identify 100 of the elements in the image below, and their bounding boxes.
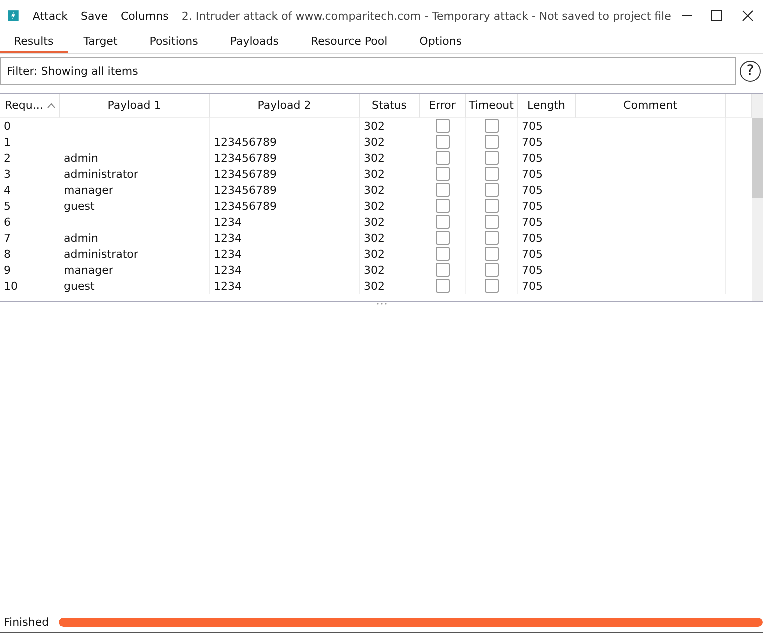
table-cell-text: 123456789 (213, 168, 277, 180)
checkbox[interactable] (484, 119, 498, 133)
checkbox[interactable] (484, 263, 498, 277)
checkbox[interactable] (436, 263, 450, 277)
checkbox[interactable] (436, 119, 450, 133)
close-icon[interactable] (742, 10, 754, 22)
column-header[interactable]: Payload 2 (210, 94, 360, 118)
tab[interactable]: Results (0, 32, 68, 53)
checkbox[interactable] (484, 199, 498, 213)
menu-item[interactable]: Attack (32, 10, 68, 22)
table-cell-text: 4 (3, 182, 12, 198)
table-cell-text: 123456789 (213, 184, 277, 196)
splitter-handle-icon[interactable] (376, 302, 388, 306)
checkbox[interactable] (484, 135, 498, 149)
table-cell-text: 1234 (213, 248, 242, 260)
table-cell-text: 1234 (213, 232, 242, 244)
column-header[interactable]: Timeout (466, 94, 518, 118)
table-cell-text: 5 (3, 198, 12, 214)
table-cell-text: 0 (3, 118, 12, 134)
maximize-icon[interactable] (711, 10, 724, 22)
table-cell-text: 302 (363, 278, 386, 294)
checkbox[interactable] (436, 231, 450, 245)
table-cell-text: 302 (363, 198, 386, 214)
table-cell-text: admin (63, 152, 98, 164)
checkbox[interactable] (484, 151, 498, 165)
column-header[interactable]: Length (518, 94, 576, 118)
table-cell-text: 8 (3, 246, 12, 262)
menu-item[interactable]: Columns (121, 10, 169, 22)
table-cell-text: 302 (363, 134, 386, 150)
checkbox[interactable] (484, 279, 498, 293)
table-cell-text: administrator (63, 248, 138, 260)
checkbox[interactable] (436, 183, 450, 197)
table-cell-text: 302 (363, 150, 386, 166)
table-cell-text: 705 (521, 118, 544, 134)
table-cell-text: 123456789 (213, 152, 277, 164)
table-cell-text: 123456789 (213, 200, 277, 212)
scrollbar[interactable] (752, 94, 763, 301)
checkbox[interactable] (484, 167, 498, 181)
table-cell-text: 302 (363, 214, 386, 230)
table-cell-text: 705 (521, 278, 544, 294)
column-header[interactable]: Status (360, 94, 420, 118)
table-cell-text: 705 (521, 214, 544, 230)
checkbox[interactable] (484, 183, 498, 197)
table-cell-text: 302 (363, 166, 386, 182)
table-cell-text: guest (63, 200, 95, 212)
column-header[interactable]: Payload 1 (60, 94, 210, 118)
tab[interactable]: Target (70, 32, 132, 53)
checkbox[interactable] (484, 231, 498, 245)
table-cell-text: manager (63, 264, 114, 276)
window-title: 2. Intruder attack of www.comparitech.com - Temporary attack - Not saved to project file (182, 10, 672, 22)
column-header[interactable]: Comment (576, 94, 726, 118)
checkbox[interactable] (484, 215, 498, 229)
column-header[interactable]: Requ... (0, 94, 60, 118)
table-cell-text: admin (63, 232, 98, 244)
table-cell-text: 705 (521, 246, 544, 262)
filter-field[interactable]: Filter: Showing all items (0, 57, 736, 85)
column-header[interactable]: Error (420, 94, 466, 118)
table-cell-text: 705 (521, 230, 544, 246)
table-cell-text: manager (63, 184, 114, 196)
table-cell-text: 1 (3, 134, 12, 150)
table-cell-text: 1234 (213, 216, 242, 228)
table-cell-text: 705 (521, 166, 544, 182)
table-cell-text: 123456789 (213, 136, 277, 148)
app-logo-icon (8, 8, 19, 24)
tab[interactable]: Options (406, 32, 476, 53)
sort-icon (47, 102, 56, 108)
table-cell-text: 705 (521, 198, 544, 214)
checkbox[interactable] (436, 151, 450, 165)
checkbox[interactable] (484, 247, 498, 261)
table-cell-text: 9 (3, 262, 12, 278)
table-cell-text: 705 (521, 182, 544, 198)
checkbox[interactable] (436, 135, 450, 149)
table-cell-text: 302 (363, 182, 386, 198)
table-cell-text: 1234 (213, 264, 242, 276)
table-cell-text: 302 (363, 262, 386, 278)
table-cell-text: 10 (3, 278, 19, 294)
table-cell-text: 2 (3, 150, 12, 166)
tab[interactable]: Resource Pool (296, 32, 402, 53)
checkbox[interactable] (436, 279, 450, 293)
checkbox[interactable] (436, 199, 450, 213)
help-button[interactable]: ? (740, 60, 761, 82)
table-cell-text: 1234 (213, 280, 242, 292)
status-text: Finished (4, 616, 50, 628)
table-cell-text: 705 (521, 150, 544, 166)
table-cell-text: administrator (63, 168, 138, 180)
table-cell-text: 705 (521, 262, 544, 278)
table-cell-text: 3 (3, 166, 12, 182)
checkbox[interactable] (436, 215, 450, 229)
table-cell-text: 7 (3, 230, 12, 246)
tab[interactable]: Payloads (216, 32, 293, 53)
column-label: Requ... (5, 99, 44, 112)
tab[interactable]: Positions (136, 32, 212, 53)
menu-item[interactable]: Save (80, 10, 108, 22)
table-cell-text: 705 (521, 134, 544, 150)
table-cell-text: 6 (3, 214, 12, 230)
checkbox[interactable] (436, 247, 450, 261)
table-cell-text: 302 (363, 230, 386, 246)
table-cell-text: 302 (363, 118, 386, 134)
checkbox[interactable] (436, 167, 450, 181)
table-cell-text: guest (63, 280, 95, 292)
